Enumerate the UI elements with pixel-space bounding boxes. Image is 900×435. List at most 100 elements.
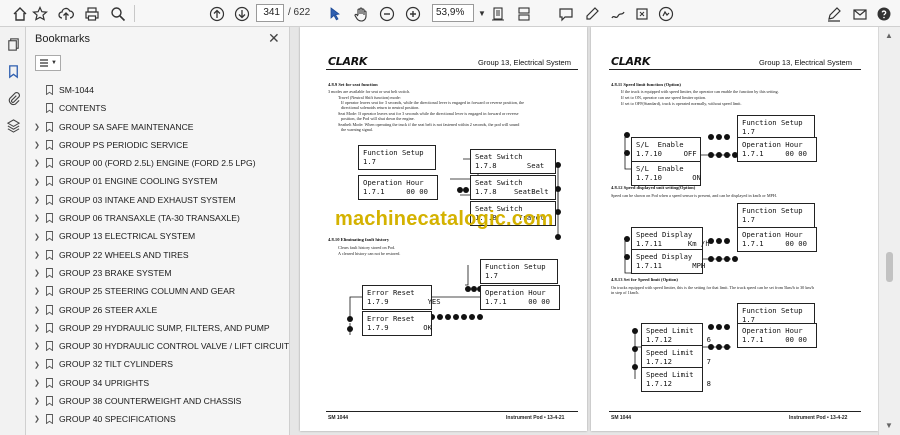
highlight-pen-icon[interactable] [582,4,602,23]
bookmark-item[interactable]: ❯ GROUP 01 ENGINE COOLING SYSTEM [26,172,289,190]
bookmark-item[interactable]: ❯ GROUP 34 UPRIGHTS [26,374,289,392]
bookmark-item[interactable]: ❯ GROUP 38 COUNTERWEIGHT AND CHASSIS [26,392,289,410]
bookmark-icon [46,359,53,370]
lcd-function-setup: Function Setup 1.7 [480,259,558,284]
print-icon[interactable] [82,4,102,23]
bookmark-icon [46,139,53,150]
chevron-right-icon[interactable]: ❯ [34,159,42,167]
bookmark-label: GROUP 25 STEERING COLUMN AND GEAR [59,286,236,297]
help-icon[interactable] [874,4,894,23]
chevron-right-icon[interactable]: ❯ [34,141,42,149]
email-icon[interactable] [850,4,870,23]
scrollbar-thumb[interactable] [886,252,893,282]
upload-cloud-icon[interactable] [56,4,76,23]
bookmark-item[interactable]: ❯ GROUP 00 (FORD 2.5L) ENGINE (FORD 2.5 L… [26,154,289,172]
chevron-right-icon[interactable]: ❯ [34,287,42,295]
home-icon[interactable] [10,4,30,23]
chevron-right-icon[interactable]: ❯ [34,342,42,350]
bookmark-item[interactable]: ❯ GROUP 30 HYDRAULIC CONTROL VALVE / LIFT… [26,337,289,355]
bookmark-item[interactable]: ❯ GROUP PS PERIODIC SERVICE [26,136,289,154]
bookmark-icon [46,377,53,388]
bookmark-label: GROUP 00 (FORD 2.5L) ENGINE (FORD 2.5 LP… [59,158,256,169]
bookmark-label: GROUP PS PERIODIC SERVICE [59,139,189,150]
page-fit-icon[interactable] [488,4,508,23]
footer-left: SM 1044 [328,415,349,421]
lcd-operation-hour: Operation Hour 1.7.1 00 00 [737,227,817,252]
bookmarks-panel-icon[interactable] [4,62,22,80]
bookmark-icon [46,268,53,278]
attachments-icon[interactable] [4,89,22,107]
stamp-icon[interactable] [632,4,652,23]
bookmark-star-icon[interactable] [30,4,50,23]
chevron-right-icon[interactable]: ❯ [34,233,42,241]
chevron-right-icon[interactable]: ❯ [34,123,42,131]
bookmark-item[interactable]: ❯ GROUP SA SAFE MAINTENANCE [26,118,289,136]
bookmark-item[interactable]: SM-1044 [26,81,289,99]
bookmark-label: GROUP 13 ELECTRICAL SYSTEM [59,231,196,242]
chevron-down-icon: ▼ [51,60,57,66]
bookmark-item[interactable]: ❯ GROUP 40 SPECIFICATIONS [26,410,289,428]
bookmark-options-button[interactable]: ▼ [35,55,61,71]
toolbar-divider [134,5,135,22]
bookmark-icon [46,213,53,224]
lcd-operation-hour: Operation Hour 1.7.1 00 00 [358,175,438,200]
scroll-up-icon[interactable]: ▲ [885,31,893,40]
hand-tool-icon[interactable] [351,4,371,23]
bookmark-item[interactable]: ❯ GROUP 03 INTAKE AND EXHAUST SYSTEM [26,191,289,209]
select-cursor-icon[interactable] [325,4,345,23]
chevron-right-icon[interactable]: ❯ [34,306,42,314]
chevron-right-icon[interactable]: ❯ [34,361,42,369]
bookmark-icon [46,176,53,187]
chevron-right-icon[interactable]: ❯ [34,269,42,277]
bookmark-item[interactable]: ❯ GROUP 06 TRANSAXLE (TA-30 TRANSAXLE) [26,209,289,227]
sign-icon[interactable] [656,4,676,23]
bookmark-label: GROUP 01 ENGINE COOLING SYSTEM [59,176,218,187]
prev-page-icon[interactable] [207,4,227,23]
bookmark-item[interactable]: ❯ GROUP 25 STEERING COLUMN AND GEAR [26,282,289,300]
document-viewer[interactable]: CLARK Group 13, Electrical System 4.8.9 … [290,27,878,435]
pdf-page-right: CLARK Group 13, Electrical System 4.8.11… [591,27,878,431]
chevron-right-icon[interactable]: ❯ [34,324,42,332]
paragraph: Speed can be shown on Pod when a speed s… [611,193,777,198]
close-icon[interactable]: ✕ [268,30,280,47]
bookmark-icon [46,103,53,114]
bookmark-icon [46,414,53,425]
layers-icon[interactable] [4,116,22,134]
zoom-search-icon[interactable] [108,4,128,23]
draw-freehand-icon[interactable] [608,4,628,23]
bookmark-label: GROUP 32 TILT CYLINDERS [59,359,173,370]
lcd-operation-hour: Operation Hour 1.7.1 00 00 [737,137,817,162]
lcd-error-reset-yes: Error Reset 1.7.9 YES [362,285,441,310]
chevron-right-icon[interactable]: ❯ [34,415,42,423]
page-thumbnails-icon[interactable] [4,35,22,53]
chevron-down-icon[interactable]: ▼ [478,9,486,18]
chevron-right-icon[interactable]: ❯ [34,178,42,186]
page-number-input[interactable]: 341 [256,4,284,22]
zoom-level-input[interactable]: 53,9% [432,4,474,22]
chevron-right-icon[interactable]: ❯ [34,214,42,222]
lcd-speed-limit-8: Speed Limit 1.7.12 8 [641,367,711,392]
next-page-icon[interactable] [232,4,252,23]
comment-icon[interactable] [556,4,576,23]
chevron-right-icon[interactable]: ❯ [34,251,42,259]
paragraph: On trucks equipped with speed limiter, t… [611,285,814,290]
scroll-mode-icon[interactable] [514,4,534,23]
chevron-right-icon[interactable]: ❯ [34,196,42,204]
bookmark-label: GROUP 29 HYDRAULIC SUMP, FILTERS, AND PU… [59,322,270,333]
bookmark-item[interactable]: ❯ GROUP 23 BRAKE SYSTEM [26,264,289,282]
bookmark-item[interactable]: ❯ GROUP 22 WHEELS AND TIRES [26,246,289,264]
bookmark-item[interactable]: ❯ GROUP 26 STEER AXLE [26,301,289,319]
bookmark-item[interactable]: CONTENTS [26,99,289,117]
zoom-out-icon[interactable] [377,4,397,23]
scroll-down-icon[interactable]: ▼ [885,421,893,430]
zoom-in-icon[interactable] [403,4,423,23]
bookmark-item[interactable]: ❯ GROUP 32 TILT CYLINDERS [26,355,289,373]
lcd-sl-enable-off: S/L Enable 1.7.10 OFF [631,137,701,162]
vertical-scrollbar[interactable]: ▲ ▼ [878,27,900,435]
footer-rule [609,411,861,412]
bookmark-item[interactable]: ❯ GROUP 13 ELECTRICAL SYSTEM [26,227,289,245]
bookmark-item[interactable]: ❯ GROUP 29 HYDRAULIC SUMP, FILTERS, AND P… [26,319,289,337]
fill-sign-icon[interactable] [824,4,844,23]
chevron-right-icon[interactable]: ❯ [34,397,42,405]
chevron-right-icon[interactable]: ❯ [34,379,42,387]
